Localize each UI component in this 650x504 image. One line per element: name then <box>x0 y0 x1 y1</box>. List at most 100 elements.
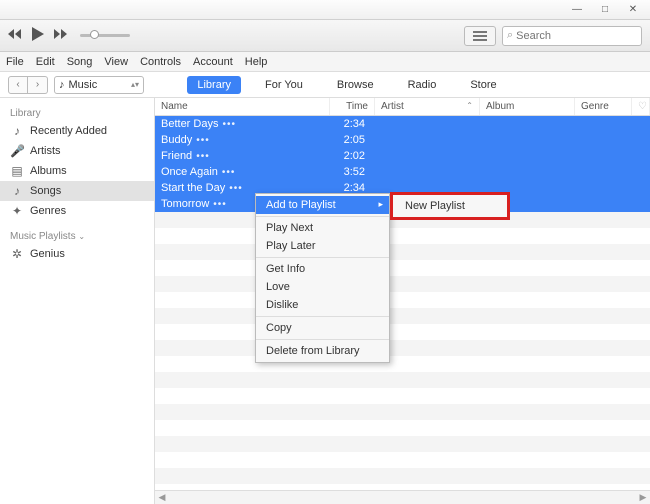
sidebar-item-genius[interactable]: ✲Genius <box>0 244 154 264</box>
scroll-right-icon[interactable]: ▶ <box>636 492 650 503</box>
menu-file[interactable]: File <box>6 56 24 68</box>
list-view-button[interactable] <box>464 26 496 46</box>
track-time: 2:34 <box>330 118 375 130</box>
col-artist[interactable]: Artist ⌃ <box>375 98 480 115</box>
track-name: Friend <box>161 150 192 162</box>
context-submenu: New Playlist <box>390 192 510 220</box>
track-name: Start the Day <box>161 182 225 194</box>
more-icon[interactable]: ••• <box>196 135 210 146</box>
empty-row <box>155 372 650 388</box>
sidebar-icon: ▤ <box>10 164 24 178</box>
search-field[interactable]: ⌕ <box>502 26 642 46</box>
sidebar-head-playlists[interactable]: Music Playlists ⌄ <box>0 227 154 244</box>
empty-row <box>155 308 650 324</box>
sidebar: Library ♪Recently Added🎤Artists▤Albums♪S… <box>0 98 155 504</box>
toolbar: ⌕ <box>0 20 650 52</box>
track-row[interactable]: Once Again•••3:52 <box>155 164 650 180</box>
scroll-left-icon[interactable]: ◀ <box>155 492 169 503</box>
empty-row <box>155 388 650 404</box>
maximize-button[interactable]: □ <box>592 2 618 18</box>
more-icon[interactable]: ••• <box>222 119 236 130</box>
menu-controls[interactable]: Controls <box>140 56 181 68</box>
menu-account[interactable]: Account <box>193 56 233 68</box>
empty-row <box>155 228 650 244</box>
col-love[interactable]: ♡ <box>632 98 650 115</box>
ctx-add-to-playlist[interactable]: Add to Playlist▸ <box>256 196 389 214</box>
menu-help[interactable]: Help <box>245 56 268 68</box>
play-icon[interactable] <box>32 27 44 44</box>
minimize-button[interactable]: — <box>564 2 590 18</box>
track-name: Better Days <box>161 118 218 130</box>
sidebar-icon: 🎤 <box>10 144 24 158</box>
horizontal-scrollbar[interactable]: ◀ ▶ <box>155 490 650 504</box>
forward-button[interactable]: › <box>28 76 48 94</box>
menu-song[interactable]: Song <box>67 56 93 68</box>
menu-separator <box>256 216 389 217</box>
sidebar-item-songs[interactable]: ♪Songs <box>0 181 154 201</box>
submenu-new-playlist[interactable]: New Playlist <box>393 197 507 215</box>
sidebar-item-recently-added[interactable]: ♪Recently Added <box>0 121 154 141</box>
sidebar-item-label: Albums <box>30 165 67 177</box>
track-row[interactable]: Buddy•••2:05 <box>155 132 650 148</box>
back-button[interactable]: ‹ <box>8 76 28 94</box>
close-button[interactable]: ✕ <box>620 2 646 18</box>
sidebar-item-genres[interactable]: ✦Genres <box>0 201 154 221</box>
empty-row <box>155 260 650 276</box>
track-time: 2:05 <box>330 134 375 146</box>
more-icon[interactable]: ••• <box>222 167 236 178</box>
column-headers: Name Time Artist ⌃ Album Genre ♡ <box>155 98 650 116</box>
tab-for-you[interactable]: For You <box>255 76 313 94</box>
track-time: 2:02 <box>330 150 375 162</box>
more-icon[interactable]: ••• <box>229 183 243 194</box>
empty-row <box>155 468 650 484</box>
ctx-play-next[interactable]: Play Next <box>256 219 389 237</box>
media-type-select[interactable]: ♪ Music ▴▾ <box>54 76 144 94</box>
chevron-updown-icon: ▴▾ <box>131 80 139 89</box>
music-icon: ♪ <box>59 79 65 91</box>
prev-icon[interactable] <box>8 29 22 42</box>
menu-separator <box>256 339 389 340</box>
menu-view[interactable]: View <box>104 56 128 68</box>
track-rows: Better Days•••2:34Buddy•••2:05Friend•••2… <box>155 116 650 504</box>
ctx-love[interactable]: Love <box>256 278 389 296</box>
tab-radio[interactable]: Radio <box>398 76 447 94</box>
more-icon[interactable]: ••• <box>213 199 227 210</box>
tab-store[interactable]: Store <box>460 76 506 94</box>
col-time[interactable]: Time <box>330 98 375 115</box>
menu-separator <box>256 257 389 258</box>
menubar: File Edit Song View Controls Account Help <box>0 52 650 72</box>
track-name: Tomorrow <box>161 198 209 210</box>
col-genre[interactable]: Genre <box>575 98 632 115</box>
ctx-get-info[interactable]: Get Info <box>256 260 389 278</box>
col-name[interactable]: Name <box>155 98 330 115</box>
sidebar-item-label: Genius <box>30 248 65 260</box>
tab-browse[interactable]: Browse <box>327 76 384 94</box>
menu-separator <box>256 316 389 317</box>
empty-row <box>155 292 650 308</box>
col-album[interactable]: Album <box>480 98 575 115</box>
context-menu: Add to Playlist▸ Play NextPlay Later Get I… <box>255 193 390 363</box>
ctx-dislike[interactable]: Dislike <box>256 296 389 314</box>
sidebar-item-label: Artists <box>30 145 61 157</box>
sidebar-icon: ✦ <box>10 204 24 218</box>
ctx-delete-from-library[interactable]: Delete from Library <box>256 342 389 360</box>
sidebar-icon: ♪ <box>10 184 24 198</box>
track-row[interactable]: Friend ••• 2:02 <box>155 148 650 164</box>
track-row[interactable]: Better Days ••• 2:34 <box>155 116 650 132</box>
track-time: 3:52 <box>330 166 375 178</box>
search-input[interactable] <box>516 30 650 42</box>
tab-library[interactable]: Library <box>187 76 241 94</box>
sidebar-icon: ♪ <box>10 124 24 138</box>
next-icon[interactable] <box>54 29 68 42</box>
ctx-copy[interactable]: Copy <box>256 319 389 337</box>
ctx-play-later[interactable]: Play Later <box>256 237 389 255</box>
sidebar-item-artists[interactable]: 🎤 Artists <box>0 141 154 161</box>
more-icon[interactable]: ••• <box>196 151 210 162</box>
empty-row <box>155 420 650 436</box>
volume-slider[interactable] <box>80 34 130 37</box>
sidebar-item-albums[interactable]: ▤ Albums <box>0 161 154 181</box>
menu-edit[interactable]: Edit <box>36 56 55 68</box>
sort-indicator-icon: ⌃ <box>466 101 473 110</box>
main-panel: Name Time Artist ⌃ Album Genre ♡ Better … <box>155 98 650 504</box>
empty-row <box>155 276 650 292</box>
